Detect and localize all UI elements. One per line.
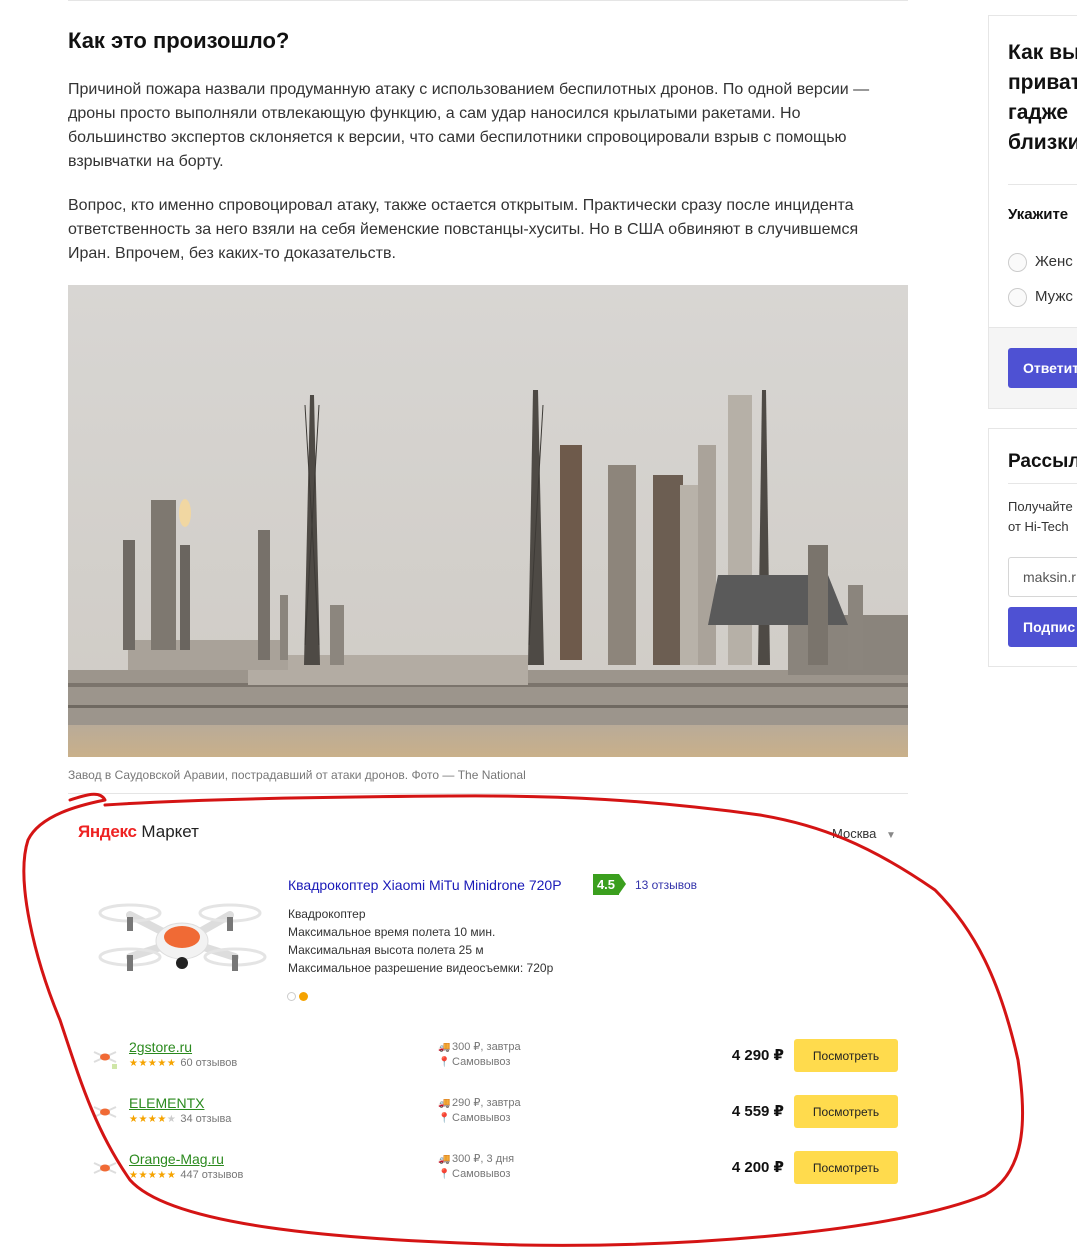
offer-price: 4 200 ₽ [731,1159,784,1176]
region-label: Москва [832,826,877,841]
poll-widget: Как вы приват гадже близки Укажите Женс … [988,15,1077,409]
offer-thumbnail[interactable] [88,1046,122,1070]
article-paragraph-1: Причиной пожара назвали продуманную атак… [68,81,870,170]
section-divider [68,793,908,794]
shop-rating: ★★★★★ 60 отзывов [129,1057,237,1069]
radio-option-male[interactable] [1008,288,1027,307]
map-pin-icon: 📍 [438,1169,451,1180]
article-paragraph-2: Вопрос, кто именно спровоцировал атаку, … [68,197,859,262]
star-icons: ★★★★★ [129,1170,177,1181]
rating-badge-tip [619,874,626,894]
pickup-label: Самовывоз [452,1112,511,1124]
poll-question-line: приват [1008,71,1077,94]
top-divider [68,0,908,1]
shop-rating: ★★★★★ 447 отзывов [129,1169,243,1181]
map-pin-icon: 📍 [438,1057,451,1068]
radio-label-male[interactable]: Мужс [1035,288,1073,305]
delivery-info: 🚚 300 ₽, завтра 📍 Самовывоз [438,1040,521,1070]
product-spec-1: Квадрокоптер [288,907,366,921]
refinery-image [68,285,908,757]
offer-thumbnail[interactable] [88,1157,122,1181]
shop-name-link[interactable]: 2gstore.ru [129,1039,192,1055]
rating-badge: 4.5 [593,874,627,895]
newsletter-widget: Рассыл Получайте от Hi-Tech Подпис [988,428,1077,667]
carousel-dots [287,992,311,1010]
article-photo [68,285,908,757]
carousel-dot-2[interactable] [299,992,308,1001]
newsletter-text-line: от Hi-Tech [1008,519,1069,534]
drone-icon [93,1106,117,1118]
delivery-info: 🚚 290 ₽, завтра 📍 Самовывоз [438,1096,521,1126]
star-icons: ★★★★★ [129,1058,177,1069]
photo-caption: Завод в Саудовской Аравии, пострадавший … [68,768,526,782]
drone-icon [93,1051,117,1069]
article-heading: Как это произошло? [68,28,290,53]
drone-icon [98,903,267,971]
view-offer-button[interactable]: Посмотреть [794,1095,898,1128]
region-selector[interactable]: Москва ▼ [832,826,896,841]
shop-name-link[interactable]: ELEMENTX [129,1095,204,1111]
product-spec-3: Максимальная высота полета 25 м [288,943,484,957]
truck-icon: 🚚 [438,1154,451,1165]
map-pin-icon: 📍 [438,1113,451,1124]
offer-thumbnail[interactable] [88,1101,122,1125]
shop-reviews-count[interactable]: 447 отзывов [180,1169,243,1181]
shop-rating: ★★★★★ 34 отзыва [129,1113,231,1125]
shop-name-link[interactable]: Orange-Mag.ru [129,1151,224,1167]
yandex-market-logo[interactable]: Яндекс Маркет [78,822,199,842]
delivery-cost: 300 ₽, завтра [452,1041,521,1053]
delivery-cost: 290 ₽, завтра [452,1097,521,1109]
poll-question-line: близки [1008,131,1077,154]
poll-question-line: Как вы [1008,41,1077,64]
poll-submit-button[interactable]: Ответит [1008,348,1077,388]
delivery-info: 🚚 300 ₽, 3 дня 📍 Самовывоз [438,1152,514,1182]
poll-question: Как вы приват гадже близки [1008,38,1077,158]
newsletter-description: Получайте от Hi-Tech [1008,497,1073,537]
view-offer-button[interactable]: Посмотреть [794,1039,898,1072]
product-title-link[interactable]: Квадрокоптер Xiaomi MiTu Minidrone 720P [288,877,562,893]
drone-icon [93,1162,117,1174]
newsletter-text-line: Получайте [1008,499,1073,514]
carousel-dot-1[interactable] [287,992,296,1001]
pickup-label: Самовывоз [452,1168,511,1180]
product-image[interactable] [95,895,270,980]
poll-question-line: гадже [1008,101,1069,124]
view-offer-button[interactable]: Посмотреть [794,1151,898,1184]
shop-reviews-count[interactable]: 60 отзывов [180,1057,237,1069]
poll-divider [1008,184,1077,185]
logo-market-text: Маркет [141,822,199,841]
subscribe-button[interactable]: Подпис [1008,607,1077,647]
radio-label-female[interactable]: Женс [1035,253,1073,270]
shop-reviews-count[interactable]: 34 отзыва [180,1113,231,1125]
star-icons: ★★★★★ [129,1114,177,1125]
offer-price: 4 290 ₽ [731,1047,784,1064]
truck-icon: 🚚 [438,1098,451,1109]
chevron-down-icon: ▼ [886,830,896,841]
newsletter-divider [1008,483,1077,484]
truck-icon: 🚚 [438,1042,451,1053]
poll-prompt: Укажите [1008,206,1069,223]
product-spec-4: Максимальное разрешение видеосъемки: 720… [288,961,554,975]
product-spec-2: Максимальное время полета 10 мин. [288,925,496,939]
email-field[interactable] [1008,557,1077,597]
rating-value: 4.5 [593,874,619,895]
logo-yandex-text: Яндекс [78,822,137,841]
newsletter-title: Рассыл [1008,451,1077,472]
delivery-cost: 300 ₽, 3 дня [452,1153,515,1165]
pickup-label: Самовывоз [452,1056,511,1068]
product-reviews-link[interactable]: 13 отзывов [635,878,697,892]
radio-option-female[interactable] [1008,253,1027,272]
poll-footer: Ответит [989,327,1077,408]
offer-price: 4 559 ₽ [731,1103,784,1120]
